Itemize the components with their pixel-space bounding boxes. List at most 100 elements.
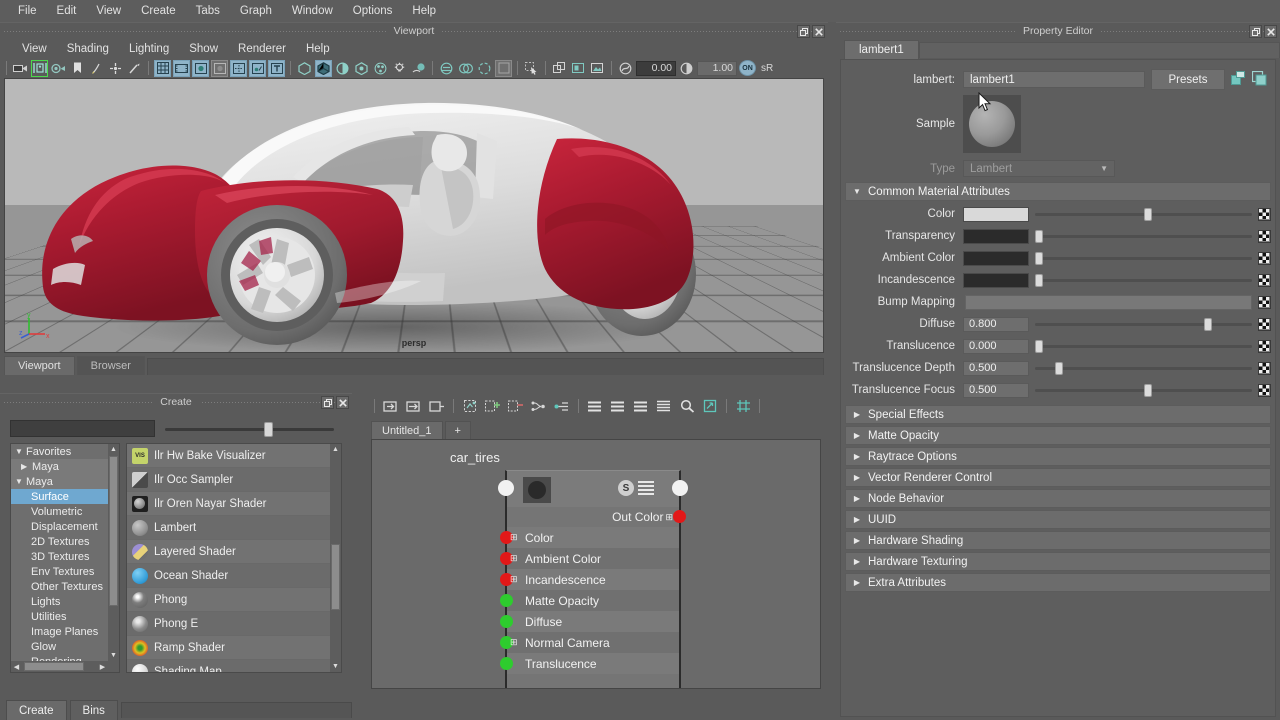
- map-button-icon[interactable]: [1258, 383, 1271, 397]
- tree-item-surface[interactable]: Surface: [11, 489, 119, 504]
- translucence-slider[interactable]: [1035, 339, 1252, 354]
- tree-item-lights[interactable]: Lights: [11, 594, 119, 609]
- list-item[interactable]: Lambert: [127, 516, 341, 540]
- text-overlay-icon[interactable]: [268, 59, 285, 77]
- translucence-focus-slider[interactable]: [1035, 383, 1252, 398]
- translucence-focus-input[interactable]: 0.500: [963, 382, 1029, 398]
- anti-alias-icon[interactable]: [476, 60, 493, 77]
- create-category-tree[interactable]: ▼ Favorites ▶ Maya ▼ Maya Surface Volume…: [10, 443, 120, 673]
- slider-knob[interactable]: [264, 421, 274, 437]
- map-button-icon[interactable]: [1258, 295, 1271, 309]
- attr-port[interactable]: [500, 615, 513, 628]
- undock-icon[interactable]: [797, 25, 810, 38]
- select-tool-icon[interactable]: [523, 60, 540, 77]
- tree-vertical-scrollbar[interactable]: ▲ ▼: [108, 444, 119, 661]
- slider-knob[interactable]: [1143, 207, 1152, 221]
- flat-shading-icon[interactable]: [334, 60, 351, 77]
- tree-item-maya-fav[interactable]: ▶ Maya: [11, 459, 119, 474]
- input-connections-icon[interactable]: [381, 397, 401, 415]
- grease-pencil-icon[interactable]: [88, 60, 105, 77]
- slider-knob[interactable]: [1204, 317, 1213, 331]
- scroll-up-icon[interactable]: ▲: [108, 444, 119, 455]
- type-select[interactable]: Lambert ▼: [963, 160, 1115, 177]
- scroll-right-icon[interactable]: ▶: [97, 661, 108, 672]
- tab-lambert1[interactable]: lambert1: [844, 40, 919, 59]
- camera-icon[interactable]: [12, 60, 29, 77]
- section-extra-attributes[interactable]: ▶ Extra Attributes: [845, 573, 1271, 592]
- tab-browser[interactable]: Browser: [76, 356, 145, 375]
- out-color-port[interactable]: [673, 510, 686, 523]
- slider-knob[interactable]: [1035, 229, 1043, 243]
- duplicate-material-icon[interactable]: [1231, 70, 1246, 89]
- color-slider[interactable]: [1035, 207, 1252, 222]
- bookmark-icon[interactable]: [69, 60, 86, 77]
- presets-button[interactable]: Presets: [1151, 69, 1225, 90]
- slider-knob[interactable]: [1143, 383, 1152, 397]
- expand-plus-icon[interactable]: ⊞: [510, 532, 518, 543]
- menu-file[interactable]: File: [8, 3, 47, 19]
- section-node-behavior[interactable]: ▶ Node Behavior: [845, 489, 1271, 508]
- node-graph-canvas[interactable]: car_tires S Out Color ⊞ ⊞ Color ⊞ Ambien…: [371, 439, 821, 689]
- list-item[interactable]: VIS Ilr Hw Bake Visualizer: [127, 444, 341, 468]
- node-output-port[interactable]: [672, 480, 688, 496]
- slider-knob[interactable]: [1035, 273, 1043, 287]
- undock-icon[interactable]: [321, 396, 334, 409]
- translucence-depth-slider[interactable]: [1035, 361, 1252, 376]
- color-swatch[interactable]: [963, 272, 1029, 288]
- create-node-list[interactable]: VIS Ilr Hw Bake Visualizer Ilr Occ Sampl…: [126, 443, 342, 673]
- scroll-down-icon[interactable]: ▼: [108, 650, 119, 661]
- tree-item-env-textures[interactable]: Env Textures: [11, 564, 119, 579]
- node-attr-list-icon[interactable]: [638, 480, 654, 496]
- node-attr-row[interactable]: ⊞ Color: [500, 527, 679, 548]
- expand-node-icon[interactable]: [552, 397, 572, 415]
- ao-icon[interactable]: [438, 60, 455, 77]
- show-connected-attrs-icon[interactable]: [585, 397, 605, 415]
- diffuse-slider[interactable]: [1035, 317, 1252, 332]
- scroll-thumb-h[interactable]: [24, 662, 84, 671]
- menu-graph[interactable]: Graph: [230, 3, 282, 19]
- tree-item-favorites[interactable]: ▼ Favorites: [11, 444, 119, 459]
- tree-horizontal-scrollbar[interactable]: ◀ ▶: [11, 661, 119, 672]
- viewport-menu-view[interactable]: View: [12, 42, 57, 56]
- viewport-menu-lighting[interactable]: Lighting: [119, 42, 179, 56]
- slider-knob[interactable]: [1054, 361, 1063, 375]
- exposure-icon[interactable]: [617, 60, 634, 77]
- list-item[interactable]: Ramp Shader: [127, 636, 341, 660]
- tab-viewport[interactable]: Viewport: [4, 356, 75, 375]
- attr-port[interactable]: [500, 657, 513, 670]
- color-swatch[interactable]: [963, 206, 1029, 222]
- close-icon[interactable]: [1264, 25, 1277, 38]
- expand-plus-icon[interactable]: ⊞: [510, 553, 518, 564]
- copy-material-icon[interactable]: [1251, 70, 1267, 89]
- diffuse-input[interactable]: 0.800: [963, 316, 1029, 332]
- menu-window[interactable]: Window: [282, 3, 343, 19]
- translucence-depth-input[interactable]: 0.500: [963, 360, 1029, 376]
- menu-create[interactable]: Create: [131, 3, 186, 19]
- expand-plus-icon[interactable]: ⊞: [510, 637, 518, 648]
- close-icon[interactable]: [812, 25, 825, 38]
- transparency-slider[interactable]: [1035, 229, 1252, 244]
- attr-port[interactable]: [500, 594, 513, 607]
- remove-selected-nodes-icon[interactable]: [506, 397, 526, 415]
- tree-item-glow[interactable]: Glow: [11, 639, 119, 654]
- smooth-shading-icon[interactable]: [315, 59, 332, 77]
- node-attr-row[interactable]: Translucence: [500, 653, 679, 674]
- tab-bins[interactable]: Bins: [69, 700, 118, 720]
- bump-mapping-field[interactable]: [965, 294, 1252, 310]
- grid-toggle-icon[interactable]: [154, 59, 171, 77]
- resolution-gate-icon[interactable]: [192, 59, 209, 77]
- section-hardware-shading[interactable]: ▶ Hardware Shading: [845, 531, 1271, 550]
- tab-add-new[interactable]: +: [444, 421, 471, 439]
- collapse-node-icon[interactable]: [529, 397, 549, 415]
- lighting-icon[interactable]: [391, 60, 408, 77]
- list-item[interactable]: Ilr Occ Sampler: [127, 468, 341, 492]
- film-origin-icon[interactable]: [230, 59, 247, 77]
- viewport-menu-renderer[interactable]: Renderer: [228, 42, 296, 56]
- slider-knob[interactable]: [1035, 339, 1043, 353]
- texture-shading-icon[interactable]: [372, 60, 389, 77]
- list-item[interactable]: Ilr Oren Nayar Shader: [127, 492, 341, 516]
- tree-item-other-textures[interactable]: Other Textures: [11, 579, 119, 594]
- snapshot-icon[interactable]: [589, 60, 606, 77]
- tree-item-2d-textures[interactable]: 2D Textures: [11, 534, 119, 549]
- section-raytrace-options[interactable]: ▶ Raytrace Options: [845, 447, 1271, 466]
